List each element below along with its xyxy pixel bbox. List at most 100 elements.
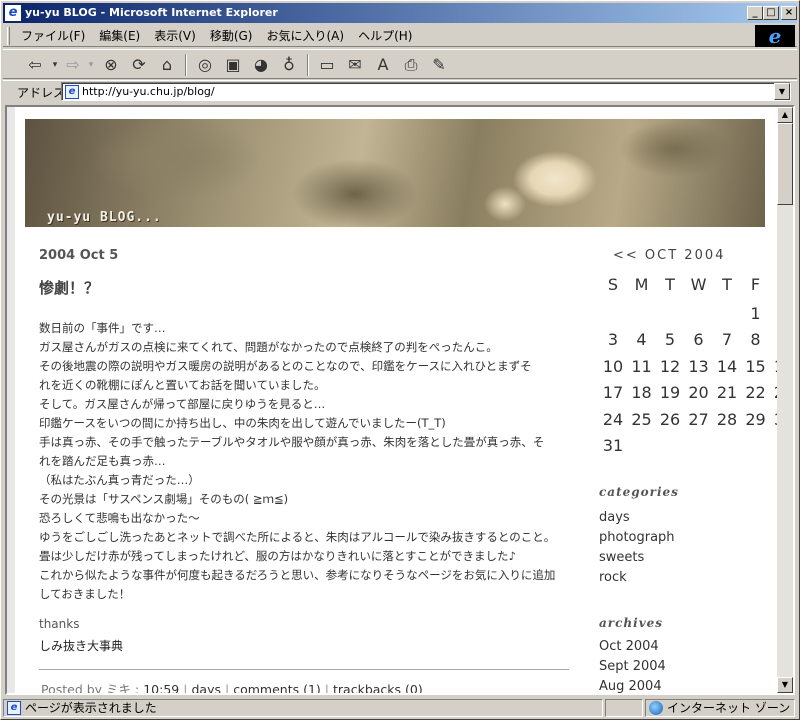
entry-line: これから似たような事件が何度も起きるだろうと思い、参考になりそうなページをお気に… [39,568,556,582]
print-icon[interactable]: ⎙ [399,54,423,76]
calendar-day: 7 [721,330,733,349]
entry-line: しておきました！ [39,587,131,601]
close-button[interactable]: × [781,6,797,20]
calendar-weekday: T [665,275,675,294]
entry-line: ガス屋さんがガスの点検に来てくれて、問題がなかったので点検終了の判をぺったんこ。 [39,340,498,354]
menu-go[interactable]: 移動(G) [203,25,260,47]
entry-footer: Posted by ミキ : 10:59 | days | comments (1) | t… [41,679,423,695]
post-time-link[interactable]: 10:59 [143,682,179,693]
calendar-day: 5 [664,330,676,349]
calendar-day: 13 [688,356,709,376]
calendar-day: 11 [631,356,652,376]
entry-line: 畳は少しだけ赤が残ってしまったけれど、服の方はかなりきれいに落とすことができまし… [39,549,516,563]
address-bar: アドレス e http://yu-yu.chu.jp/blog/ ▼ [3,80,797,102]
calendar-day: 4 [636,330,647,349]
footer-separator: | [183,682,188,695]
menu-favorites[interactable]: お気に入り(A) [259,25,351,47]
menu-grip [7,27,10,45]
internet-zone-icon [649,701,663,715]
edit-icon[interactable]: ✎ [427,54,451,76]
trackbacks-link[interactable]: trackbacks (0) [333,682,423,693]
calendar-day: 31 [602,436,624,455]
vertical-scrollbar[interactable]: ▲ ▼ [777,107,793,693]
address-url[interactable]: http://yu-yu.chu.jp/blog/ [82,85,215,98]
calendar-day: 19 [659,383,681,402]
calendar-day: 29 [745,409,766,429]
entry-line: その光景は「サスペンス劇場」そのもの( ≧ｍ≦) [39,492,289,506]
maximize-button[interactable]: □ [763,6,779,20]
archives-title: archives [599,616,664,630]
ie-app-icon[interactable]: e [5,5,21,21]
address-dropdown-button[interactable]: ▼ [774,83,790,100]
channels-icon[interactable]: ♁ [277,54,301,76]
fullscreen-icon[interactable]: ▭ [315,54,339,76]
entry-line: れを近くの靴棚にぽんと置いてお話を聞いていました。 [39,378,326,392]
mail-icon[interactable]: ✉ [343,54,367,76]
calendar-header[interactable]: << OCT 2004 [613,248,725,263]
comments-link[interactable]: comments (1) [233,682,321,693]
post-category-link[interactable]: days [191,682,221,693]
category-link-photograph[interactable]: photograph [599,530,675,545]
refresh-icon[interactable]: ⟳ [127,54,151,76]
calendar-weekday: S [607,275,619,294]
home-icon[interactable]: ⌂ [155,54,179,76]
search-icon[interactable]: ◎ [193,54,217,76]
entry-line: 恐ろしくて悲鳴も出なかった～ [39,511,200,525]
toolbar-separator [307,54,309,76]
calendar-day: 6 [693,330,704,349]
calendar-day: 10 [602,356,624,376]
posted-by: Posted by ミキ : [41,682,144,695]
calendar-day: 17 [602,383,624,402]
menu-view[interactable]: 表示(V) [147,25,203,47]
calendar-day: 14 [716,356,738,376]
blog-header-banner: yu-yu BLOG... [25,119,765,227]
archive-link-aug-2004[interactable]: Aug 2004 [599,679,662,693]
calendar-day: 12 [659,356,681,376]
category-link-rock[interactable]: rock [599,570,627,585]
history-icon[interactable]: ◕ [249,54,273,76]
menu-bar: ファイル(F) 編集(E) 表示(V) 移動(G) お気に入り(A) ヘルプ(H) [3,25,797,47]
status-message: ページが表示されました [25,701,157,715]
calendar-weekday: W [690,275,707,294]
calendar-day: 28 [716,409,738,429]
zone-label: インターネット ゾーン [667,701,791,715]
calendar-weekday: T [722,275,732,294]
entry-thanks: thanks [39,617,80,631]
calendar-day: 21 [716,383,738,402]
browser-window: e yu-yu BLOG - Microsoft Internet Explor… [0,0,800,720]
archive-link-oct-2004[interactable]: Oct 2004 [599,639,659,654]
calendar-day: 26 [659,409,681,429]
entry-divider [39,669,569,670]
status-pane [605,699,643,717]
minimize-button[interactable]: _ [747,6,763,20]
stop-icon[interactable]: ⊗ [99,54,123,76]
calendar-day: 25 [631,409,652,429]
scroll-thumb[interactable] [777,123,793,205]
scroll-up-button[interactable]: ▲ [777,107,793,123]
entry-line: 印鑑ケースをいつの間にか持ち出し、中の朱肉を出して遊んでいましたー(T_T) [39,416,446,430]
entry-line: れを踏んだ足も真っ赤… [39,454,166,468]
entry-line: 数日前の「事件」です… [39,321,166,335]
archive-link-sept-2004[interactable]: Sept 2004 [599,659,666,674]
calendar-day: 27 [688,409,709,429]
font-icon[interactable]: A [371,54,395,76]
calendar-day: 18 [631,383,652,402]
menu-help[interactable]: ヘルプ(H) [351,25,419,47]
page-viewport: yu-yu BLOG... 2004 Oct 5 惨劇！？ 数日前の「事件」です… [5,105,795,695]
menu-edit[interactable]: 編集(E) [92,25,147,47]
entry-line: その後地震の際の説明やガス暖房の説明があるとのことなので、印鑑をケースに入れひと… [39,359,532,373]
favorites-icon[interactable]: ▣ [221,54,245,76]
address-input[interactable]: e http://yu-yu.chu.jp/blog/ ▼ [61,82,791,101]
calendar-weekday: F [750,275,761,294]
menu-file[interactable]: ファイル(F) [14,25,92,47]
status-message-pane: e ページが表示されました [3,699,603,717]
scroll-down-button[interactable]: ▼ [777,677,793,693]
category-link-days[interactable]: days [599,510,630,525]
standard-toolbar: ⇦ ▾ ⇨ ▾ ⊗ ⟳ ⌂ ◎ ▣ ◕ ♁ ▭ ✉ A ⎙ ✎ [3,49,797,79]
status-bar: e ページが表示されました インターネット ゾーン [3,698,797,718]
ie-throbber-logo: e [755,25,795,47]
calendar-day: 15 [745,356,766,376]
footer-separator: | [324,682,330,695]
category-link-sweets[interactable]: sweets [599,550,644,565]
stain-removal-link[interactable]: しみ抜き大事典 [39,637,123,654]
